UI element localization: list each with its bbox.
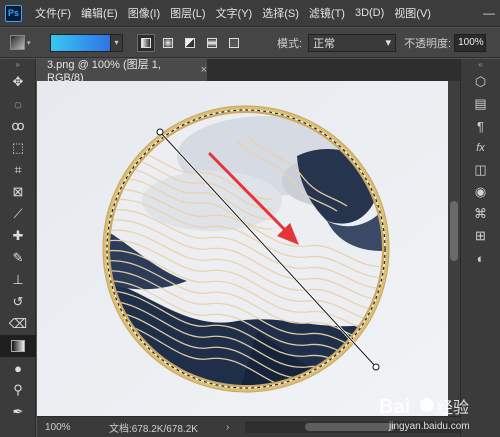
swatches-icon[interactable]: ⊞: [461, 225, 500, 247]
menu-edit[interactable]: 编辑(E): [76, 5, 123, 21]
vertical-scrollbar[interactable]: [448, 81, 460, 416]
layers-icon[interactable]: ◫: [461, 159, 500, 181]
collapse-icon[interactable]: «: [461, 59, 500, 71]
mode-select[interactable]: 正常 ▾: [308, 33, 397, 52]
mode-value: 正常: [313, 37, 336, 50]
eraser-icon[interactable]: ⌫: [0, 313, 36, 335]
linear-gradient-button[interactable]: [137, 33, 155, 52]
marquee-icon[interactable]: ◌: [0, 93, 36, 115]
quick-select-icon[interactable]: ⬚: [0, 137, 36, 159]
opacity-label: 不透明度:: [404, 37, 452, 50]
eyedropper-icon[interactable]: ⟋: [0, 203, 36, 225]
menu-image[interactable]: 图像(I): [123, 5, 165, 21]
tools-panel: » ✥ ◌ ꝏ ⬚ ⌗ ⊠ ⟋ ✚ ✎ ⊥ ↺ ⌫ ● ⚲ ✒: [0, 59, 36, 437]
gradient-tool-icon: [10, 35, 25, 50]
blur-icon[interactable]: ●: [0, 357, 36, 379]
pen-icon[interactable]: ✒: [0, 401, 36, 423]
stamp-icon[interactable]: ⊥: [0, 269, 36, 291]
adjustments-icon[interactable]: ◐: [461, 247, 500, 269]
healing-icon[interactable]: ✚: [0, 225, 36, 247]
paragraph-icon[interactable]: ¶: [461, 115, 500, 137]
scrollbar-thumb[interactable]: [305, 423, 396, 431]
diamond-gradient-button[interactable]: [225, 34, 243, 52]
radial-gradient-button[interactable]: [159, 34, 177, 52]
menu-type[interactable]: 文字(Y): [211, 5, 258, 21]
dodge-icon[interactable]: ⚲: [0, 379, 36, 401]
brush-icon[interactable]: ✎: [0, 247, 36, 269]
document-size: 文档:678.2K/678.2K: [109, 423, 198, 435]
panel-dock: « ⬡ ▤ ¶ fx ◫ ◉ ⌘ ⊞ ◐: [460, 59, 500, 437]
horizontal-scrollbar[interactable]: [245, 421, 460, 433]
menu-bar: Ps 文件(F) 编辑(E) 图像(I) 图层(L) 文字(Y) 选择(S) 滤…: [0, 0, 500, 27]
menu-file[interactable]: 文件(F): [30, 5, 76, 21]
status-menu-arrow[interactable]: ›: [226, 422, 229, 433]
gradient-icon[interactable]: [0, 335, 36, 357]
angle-gradient-button[interactable]: [181, 34, 199, 52]
photoshop-logo: Ps: [5, 4, 22, 22]
reflected-gradient-button[interactable]: [203, 34, 221, 52]
document-title: 3.png @ 100% (图层 1, RGB/8): [47, 59, 161, 84]
canvas-image: [37, 81, 460, 416]
minimize-button[interactable]: —: [478, 3, 500, 23]
gradient-dropdown-button[interactable]: ▾: [111, 33, 123, 52]
gradient-type-group: [137, 33, 247, 52]
history-brush-icon[interactable]: ↺: [0, 291, 36, 313]
zoom-level[interactable]: 100%: [37, 422, 77, 433]
window-controls: —: [478, 3, 500, 23]
menu-filter[interactable]: 滤镜(T): [304, 5, 350, 21]
move-icon[interactable]: ✥: [0, 71, 36, 93]
scrollbar-thumb[interactable]: [450, 201, 458, 261]
menu-3d[interactable]: 3D(D): [350, 7, 389, 19]
chevron-down-icon: ▾: [385, 37, 392, 49]
menu-select[interactable]: 选择(S): [257, 5, 304, 21]
chevron-down-icon: ▾: [27, 39, 31, 47]
frame-icon[interactable]: ⊠: [0, 181, 36, 203]
menu-layer[interactable]: 图层(L): [165, 5, 210, 21]
crop-icon[interactable]: ⌗: [0, 159, 36, 181]
channels-icon[interactable]: ◉: [461, 181, 500, 203]
mode-label: 模式:: [277, 37, 303, 50]
document-tab[interactable]: 3.png @ 100% (图层 1, RGB/8) ×: [37, 59, 207, 84]
paths-icon[interactable]: ⌘: [461, 203, 500, 225]
canvas-area[interactable]: [37, 81, 460, 416]
options-bar: ▾ ▾ 模式: 正常 ▾ 不透明度: 100%: [0, 28, 500, 58]
gradient-preview[interactable]: [50, 33, 111, 52]
properties-icon[interactable]: ▤: [461, 93, 500, 115]
opacity-input[interactable]: 100%: [454, 33, 487, 52]
document-tabs: 3.png @ 100% (图层 1, RGB/8) ×: [37, 59, 460, 84]
3d-icon[interactable]: ⬡: [461, 71, 500, 93]
close-icon[interactable]: ×: [201, 64, 207, 76]
status-bar: 100% 文档:678.2K/678.2K ›: [37, 416, 460, 437]
menu-view[interactable]: 视图(V): [389, 5, 436, 21]
collapse-icon[interactable]: »: [0, 59, 35, 71]
tool-preset-picker[interactable]: ▾: [10, 33, 34, 53]
lasso-icon[interactable]: ꝏ: [0, 115, 36, 137]
fx-icon[interactable]: fx: [461, 137, 500, 159]
